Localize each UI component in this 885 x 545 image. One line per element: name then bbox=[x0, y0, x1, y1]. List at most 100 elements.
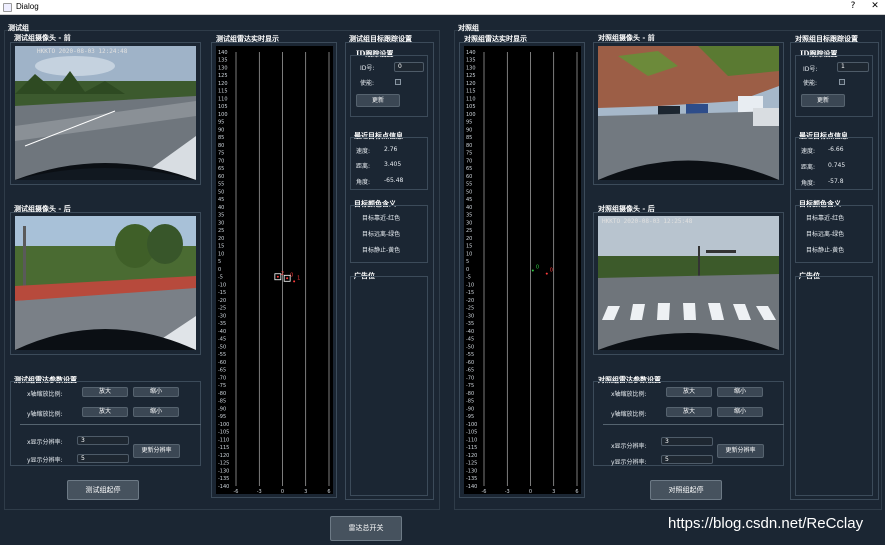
radar-target-point bbox=[286, 277, 289, 280]
radar-y-tick-label: -140 bbox=[466, 484, 477, 490]
control-start-stop-button[interactable]: 对照组起停 bbox=[650, 480, 722, 500]
test-angle-label: 角度: bbox=[356, 179, 371, 186]
control-y-zoom-out-button[interactable]: 缩小 bbox=[717, 407, 763, 417]
test-x-zoom-in-button[interactable]: 放大 bbox=[82, 387, 128, 397]
test-param-divider bbox=[20, 424, 201, 425]
radar-y-tick-label: 130 bbox=[218, 65, 228, 71]
test-y-zoom-in-button[interactable]: 放大 bbox=[82, 407, 128, 417]
radar-y-tick-label: -90 bbox=[218, 406, 226, 412]
radar-y-tick-label: 115 bbox=[218, 89, 228, 95]
radar-y-tick-label: -15 bbox=[218, 290, 226, 296]
test-enable-label: 使能: bbox=[360, 80, 375, 87]
control-y-zoom-in-button[interactable]: 放大 bbox=[666, 407, 712, 417]
radar-y-tick-label: -65 bbox=[466, 368, 474, 374]
radar-y-tick-label: -85 bbox=[218, 399, 226, 405]
radar-x-tick-label: 6 bbox=[575, 489, 578, 494]
radar-x-tick-label: -3 bbox=[505, 489, 510, 494]
test-y-res-input[interactable]: 5 bbox=[77, 454, 129, 463]
radar-y-tick-label: 45 bbox=[218, 197, 224, 203]
radar-y-tick-label: -35 bbox=[466, 321, 474, 327]
radar-y-tick-label: 45 bbox=[466, 197, 472, 203]
radar-y-tick-label: -20 bbox=[466, 298, 474, 304]
control-x-res-input[interactable]: 3 bbox=[661, 437, 713, 446]
radar-y-tick-label: -115 bbox=[218, 445, 229, 451]
control-radar-svg: -6 -3 0 3 6140135130125120115110105100959085… bbox=[466, 50, 579, 495]
app-icon bbox=[3, 3, 12, 12]
radar-y-tick-label: -135 bbox=[466, 476, 477, 482]
control-update-res-button[interactable]: 更新分辨率 bbox=[717, 444, 764, 458]
radar-y-tick-label: -70 bbox=[218, 375, 226, 381]
radar-y-tick-label: 30 bbox=[218, 220, 224, 226]
radar-y-tick-label: 80 bbox=[466, 143, 472, 149]
test-distance-label: 距离: bbox=[356, 163, 371, 170]
control-id-input[interactable]: 1 bbox=[837, 62, 869, 72]
control-update-button[interactable]: 更新 bbox=[801, 94, 845, 107]
radar-y-tick-label: -25 bbox=[466, 306, 474, 312]
radar-y-tick-label: 90 bbox=[466, 127, 472, 133]
radar-y-tick-label: 140 bbox=[466, 50, 476, 56]
radar-y-tick-label: -50 bbox=[218, 344, 226, 350]
test-update-res-button[interactable]: 更新分辨率 bbox=[133, 444, 180, 458]
close-button[interactable]: ✕ bbox=[868, 1, 882, 11]
control-ad-frame bbox=[795, 276, 873, 496]
radar-y-tick-label: 95 bbox=[218, 120, 224, 126]
radar-y-tick-label: 5 bbox=[466, 259, 469, 265]
radar-y-tick-label: -60 bbox=[466, 360, 474, 366]
radar-y-tick-label: 60 bbox=[466, 174, 472, 180]
test-update-button[interactable]: 更新 bbox=[356, 94, 400, 107]
radar-y-tick-label: -80 bbox=[466, 391, 474, 397]
radar-y-tick-label: 50 bbox=[466, 189, 472, 195]
test-radar-plot: -6 -3 0 3 6 140 135 130 125 120 115 110 105 100 95 90 85… bbox=[216, 46, 333, 495]
test-id-input[interactable]: 0 bbox=[394, 62, 424, 72]
control-x-zoom-out-button[interactable]: 缩小 bbox=[717, 387, 763, 397]
radar-y-tick-label: 0 bbox=[218, 267, 221, 273]
test-color-item-still: 目标静止-黄色 bbox=[362, 247, 401, 254]
radar-y-tick-label: 75 bbox=[218, 151, 224, 157]
control-enable-checkbox[interactable] bbox=[839, 79, 845, 85]
radar-y-tick-label: 20 bbox=[466, 236, 472, 242]
radar-y-tick-label: 55 bbox=[218, 182, 224, 188]
test-x-res-input[interactable]: 3 bbox=[77, 436, 129, 445]
test-angle-value: -65.48 bbox=[384, 177, 404, 184]
control-color-item-away: 目标远离-绿色 bbox=[806, 231, 845, 238]
control-x-zoom-in-button[interactable]: 放大 bbox=[666, 387, 712, 397]
test-y-zoom-out-button[interactable]: 缩小 bbox=[133, 407, 179, 417]
radar-target-label: 1 bbox=[297, 275, 300, 281]
radar-y-tick-label: -5 bbox=[218, 275, 223, 281]
test-start-stop-button[interactable]: 测试组起停 bbox=[67, 480, 139, 500]
radar-y-tick-label: -55 bbox=[218, 352, 226, 358]
test-enable-checkbox[interactable] bbox=[395, 79, 401, 85]
radar-y-tick-label: -120 bbox=[466, 453, 477, 459]
radar-y-tick-label: -75 bbox=[218, 383, 226, 389]
radar-y-tick-label: 15 bbox=[218, 244, 224, 250]
radar-y-tick-label: -60 bbox=[218, 360, 226, 366]
radar-x-tick-label: 0 bbox=[281, 489, 284, 494]
test-x-res-label: x显示分辨率: bbox=[27, 439, 63, 446]
control-x-scale-label: x轴缩放比例: bbox=[611, 391, 647, 398]
test-y-res-label: y显示分辨率: bbox=[27, 457, 63, 464]
test-x-zoom-out-button[interactable]: 缩小 bbox=[133, 387, 179, 397]
radar-y-tick-label: -55 bbox=[466, 352, 474, 358]
radar-y-tick-label: -110 bbox=[466, 437, 477, 443]
radar-target-point bbox=[293, 280, 296, 283]
radar-y-tick-label: 125 bbox=[218, 73, 228, 79]
control-enable-label: 使能: bbox=[803, 80, 818, 87]
radar-master-switch-button[interactable]: 雷达总开关 bbox=[330, 516, 402, 541]
help-button[interactable]: ? bbox=[846, 1, 860, 11]
radar-y-tick-label: 105 bbox=[218, 104, 228, 110]
test-speed-label: 速度: bbox=[356, 148, 371, 155]
test-color-item-approach: 目标靠近-红色 bbox=[362, 215, 401, 222]
radar-y-tick-label: 40 bbox=[218, 205, 224, 211]
test-cam-front-timestamp: HKKTO 2020-08-03 12:24:48 bbox=[37, 48, 128, 55]
control-y-res-input[interactable]: 5 bbox=[661, 455, 713, 464]
radar-y-tick-label: 65 bbox=[466, 166, 472, 172]
control-param-divider bbox=[603, 424, 784, 425]
control-cam-rear-image: HKKTO 2020-08-03 12:25:48 bbox=[598, 216, 779, 350]
radar-y-tick-label: -45 bbox=[466, 337, 474, 343]
radar-y-tick-label: -35 bbox=[218, 321, 226, 327]
control-angle-value: -57.8 bbox=[828, 178, 844, 185]
radar-y-tick-label: 130 bbox=[466, 65, 476, 71]
radar-y-tick-label: 15 bbox=[466, 244, 472, 250]
radar-y-tick-label: 60 bbox=[218, 174, 224, 180]
radar-y-tick-label: -15 bbox=[466, 290, 474, 296]
